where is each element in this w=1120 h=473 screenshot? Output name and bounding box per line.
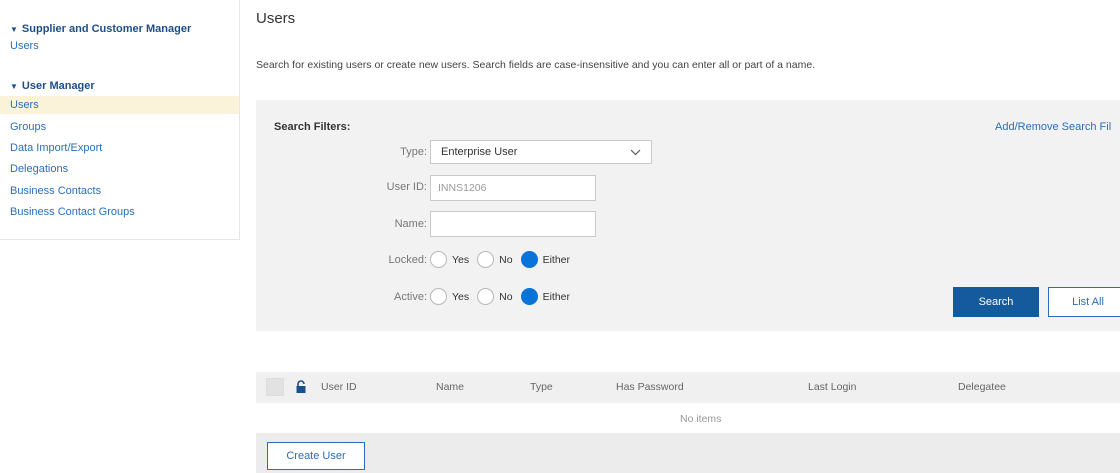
section-title: User Manager — [21, 80, 95, 92]
table-footer: Create User — [256, 433, 1120, 473]
locked-label: Locked: — [388, 254, 427, 266]
locked-no-radio[interactable] — [477, 251, 495, 268]
sidebar-item-supplier-users[interactable]: Users — [10, 40, 39, 52]
radio-label: No — [499, 290, 513, 303]
type-select[interactable]: Enterprise User — [430, 140, 652, 164]
section-title: Supplier and Customer Manager — [21, 23, 192, 35]
collapse-triangle-icon[interactable]: ▼ — [10, 82, 18, 91]
radio-label: Yes — [452, 253, 470, 266]
user-id-input[interactable]: INNS1206 — [430, 175, 596, 201]
sidebar-item-business-contact-groups[interactable]: Business Contact Groups — [10, 206, 135, 218]
radio-label: No — [499, 253, 513, 266]
radio-label: Yes — [452, 290, 470, 303]
collapse-triangle-icon[interactable]: ▼ — [10, 25, 18, 34]
sidebar-item-delegations[interactable]: Delegations — [10, 163, 68, 175]
column-header-user-id[interactable]: User ID — [321, 372, 357, 403]
locked-either-radio[interactable] — [520, 251, 538, 268]
lock-icon[interactable] — [295, 380, 307, 394]
active-no-radio[interactable] — [477, 288, 495, 305]
page-description: Search for existing users or create new … — [256, 59, 816, 71]
page-title: Users — [256, 10, 296, 27]
column-header-last-login[interactable]: Last Login — [808, 372, 856, 403]
filters-title: Search Filters: — [274, 121, 351, 133]
chevron-down-icon — [630, 141, 641, 171]
list-all-button[interactable]: List All — [1048, 287, 1120, 317]
type-select-value: Enterprise User — [441, 146, 518, 158]
column-header-has-password[interactable]: Has Password — [616, 372, 684, 403]
name-label: Name: — [394, 218, 427, 230]
active-yes-radio[interactable] — [430, 288, 447, 305]
column-header-type[interactable]: Type — [530, 372, 553, 403]
section-user-manager[interactable]: ▼ User Manager — [10, 80, 95, 92]
create-user-button[interactable]: Create User — [267, 442, 365, 470]
column-header-delegatee[interactable]: Delegatee — [958, 372, 1006, 403]
table-header: User ID Name Type Has Password Last Logi… — [256, 372, 1120, 403]
active-radio-group: Yes No Either — [430, 288, 578, 305]
locked-yes-radio[interactable] — [430, 251, 447, 268]
user-id-label: User ID: — [386, 181, 427, 193]
section-supplier-customer-manager[interactable]: ▼ Supplier and Customer Manager — [10, 23, 191, 35]
radio-label: Either — [542, 253, 571, 266]
locked-radio-group: Yes No Either — [430, 251, 578, 268]
select-all-checkbox[interactable] — [266, 378, 284, 396]
active-either-radio[interactable] — [520, 288, 538, 305]
empty-table-message: No items — [680, 413, 722, 425]
active-label: Active: — [393, 291, 427, 303]
sidebar-item-data-import-export[interactable]: Data Import/Export — [10, 142, 102, 154]
search-button[interactable]: Search — [953, 287, 1039, 317]
type-label: Type: — [400, 146, 427, 158]
sidebar-nav: ▼ Supplier and Customer Manager Users ▼ … — [0, 0, 240, 240]
sidebar-item-users[interactable]: Users — [0, 96, 239, 114]
sidebar-item-groups[interactable]: Groups — [10, 121, 46, 133]
column-header-name[interactable]: Name — [436, 372, 464, 403]
radio-label: Either — [542, 290, 571, 303]
name-input[interactable] — [430, 211, 596, 237]
add-remove-search-fields-link[interactable]: Add/Remove Search Fil — [995, 121, 1111, 133]
sidebar-item-business-contacts[interactable]: Business Contacts — [10, 185, 101, 197]
